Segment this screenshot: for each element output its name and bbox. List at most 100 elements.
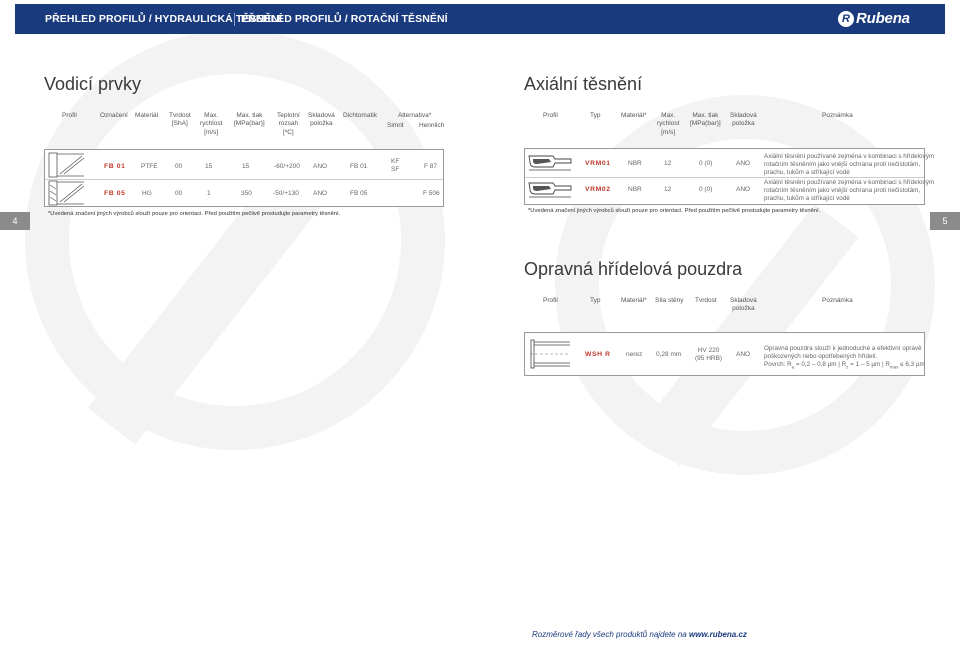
- roughness-label: Povrch: R: [764, 361, 792, 369]
- column-header-skladova-line2: položka: [310, 120, 333, 128]
- column-header-tlak: Max. tlak [MPa(bar)]: [690, 112, 721, 129]
- page-number-left: 4: [0, 212, 30, 230]
- cell-tlak: 15: [242, 163, 250, 170]
- column-header-skladova: Skladová položka: [308, 112, 335, 129]
- column-header-tvrdost: Tvrdost: [695, 297, 717, 304]
- cell-skladova: ANO: [313, 163, 328, 170]
- note-line: Axiální těsnění používané zejména v komb…: [764, 153, 935, 160]
- cell-tvrdost: 00: [175, 163, 183, 170]
- column-header-tlak-line1: Max. tlak: [692, 112, 719, 119]
- column-header-teplota-line3: [ºC]: [283, 128, 294, 136]
- column-header-profil: Profil: [543, 297, 558, 304]
- column-header-tlak-line1: Max. tlak: [236, 112, 263, 119]
- cell-tvrdost: 00: [175, 190, 183, 197]
- column-header-profil: Profil: [62, 112, 77, 119]
- note-line: rotačním těsněním jako vnější ochrana pr…: [764, 187, 921, 195]
- cell-material: NBR: [628, 186, 642, 193]
- website-note-text: Rozměrové řady všech produktů najdete na: [532, 630, 689, 639]
- column-header-skladova-line1: Skladová: [308, 112, 335, 119]
- cell-rychlost: 1: [207, 190, 211, 197]
- column-header-teplota-line1: Teplotní: [277, 112, 300, 119]
- column-header-rychlost-line1: Max.: [204, 112, 219, 119]
- cell-poznamka: Opravná pouzdra slouží k jednoduché a ef…: [764, 345, 925, 370]
- column-header-hennlich: Hennlich: [419, 122, 445, 129]
- cell-rychlost: 12: [664, 186, 672, 193]
- product-code-vrm01[interactable]: VRM01: [585, 160, 611, 167]
- column-header-poznamka: Poznámka: [822, 297, 853, 304]
- note-line-roughness: Povrch: Ra = 0,2 – 0,8 µm | Rz = 1 – 5 µ…: [764, 361, 925, 369]
- rubena-logo-icon: R: [838, 10, 854, 27]
- column-header-oznaceni: Označení: [100, 112, 128, 119]
- column-header-rychlost-line3: [m/s]: [204, 128, 219, 136]
- product-code-vrm02[interactable]: VRM02: [585, 186, 611, 193]
- column-header-typ: Typ: [590, 112, 601, 119]
- column-header-skladova: Skladová položka: [730, 297, 757, 314]
- column-header-poznamka: Poznámka: [822, 112, 853, 119]
- column-header-tvrdost: Tvrdost [ShA]: [169, 112, 191, 129]
- table-row-divider: [45, 179, 443, 180]
- column-header-tvrdost-line2: [ShA]: [171, 120, 188, 128]
- column-header-material: Materiál*: [621, 297, 647, 304]
- column-header-profil: Profil: [543, 112, 558, 119]
- column-header-skladova: Skladová položka: [730, 112, 757, 129]
- section-title-axial-seals: Axiální těsnění: [524, 74, 643, 94]
- website-link[interactable]: www.rubena.cz: [689, 630, 747, 639]
- column-header-rychlost: Max. rychlost [m/s]: [657, 112, 679, 137]
- product-code-fb01[interactable]: FB 01: [104, 163, 126, 170]
- column-header-tlak: Max. tlak [MPa(bar)]: [234, 112, 265, 129]
- note-line: prachu, tukům a stříkající vodě: [764, 195, 850, 203]
- column-header-tlak-line2: [MPa(bar)]: [234, 120, 265, 128]
- profile-drawing-vrm01: [528, 155, 572, 171]
- cell-tvrdost: HV 220 (95 HRB): [695, 347, 722, 364]
- column-header-sila-steny: Síla stěny: [655, 297, 684, 304]
- column-header-teplota: Teplotní rozsah [ºC]: [277, 112, 300, 137]
- note-line: Opravná pouzdra slouží k jednoduché a ef…: [764, 345, 922, 352]
- column-header-teplota-line2: rozsah: [278, 120, 299, 128]
- cell-teplota: -60/+200: [274, 163, 300, 170]
- rubena-logo[interactable]: R Rubena: [838, 10, 910, 27]
- note-line: prachu, tukům a stříkající vodě: [764, 169, 850, 177]
- header-link-rotary[interactable]: PŘEHLED PROFILŮ / ROTAČNÍ TĚSNĚNÍ: [241, 13, 448, 25]
- cell-dichtomatik: FB 05: [350, 190, 368, 197]
- cell-poznamka: Axiální těsnění používané zejména v komb…: [764, 179, 934, 204]
- section-title-guide-elements: Vodicí prvky: [44, 74, 142, 94]
- note-line: rotačním těsněním jako vnější ochrana pr…: [764, 161, 921, 169]
- cell-material: PTFE: [141, 163, 158, 170]
- cell-hennlich: F 87: [424, 163, 438, 170]
- note-line: Axiální těsnění používané zejména v komb…: [764, 179, 935, 186]
- column-header-skladova-line2: položka: [732, 120, 755, 128]
- column-header-skladova-line1: Skladová: [730, 112, 757, 119]
- column-header-dichtomatik: Dichtomatik: [343, 112, 377, 119]
- rubena-logo-text: Rubena: [856, 10, 910, 27]
- cell-tlak: 0 (0): [699, 160, 713, 167]
- website-note: Rozměrové řady všech produktů najdete na…: [532, 630, 747, 639]
- cell-dichtomatik: FB 01: [350, 163, 368, 170]
- column-header-skladova-line1: Skladová: [730, 297, 757, 304]
- product-code-fb05[interactable]: FB 05: [104, 190, 126, 197]
- cell-skladova: ANO: [736, 351, 751, 358]
- column-header-rychlost-line2: rychlost: [200, 120, 223, 128]
- column-header-material: Materiál: [135, 112, 159, 119]
- footnote-right: *Uvedená značení jiných výrobců slouží p…: [528, 208, 821, 214]
- cell-sila-steny: 0,28 mm: [656, 351, 682, 358]
- column-header-rychlost-line3: [m/s]: [661, 128, 676, 136]
- column-header-tlak-line2: [MPa(bar)]: [690, 120, 721, 128]
- section-title-shaft-sleeves: Opravná hřídelová pouzdra: [524, 259, 743, 279]
- footnote-left: *Uvedená značení jiných výrobců slouží p…: [48, 211, 341, 217]
- profile-drawing-vrm02: [528, 182, 572, 198]
- cell-tlak: 350: [241, 190, 252, 197]
- note-line: poškozených nebo opotřebených hřídelí.: [764, 353, 878, 361]
- cell-material: nerez: [626, 351, 643, 358]
- column-header-rychlost-line1: Max.: [661, 112, 676, 119]
- column-header-rychlost: Max. rychlost [m/s]: [200, 112, 222, 137]
- column-header-material: Materiál*: [621, 112, 647, 119]
- profile-drawing-fb01: [48, 152, 85, 178]
- column-header-alternativa: Alternativa*: [398, 112, 432, 119]
- cell-skladova: ANO: [736, 186, 751, 193]
- product-code-wshr[interactable]: WSH R: [585, 351, 611, 358]
- column-header-rychlost-line2: rychlost: [657, 120, 680, 128]
- cell-material: NBR: [628, 160, 642, 167]
- cell-skladova: ANO: [736, 160, 751, 167]
- cell-teplota: -50/+130: [273, 190, 299, 197]
- roughness-rmax-value: ≤ 6,3 µm: [898, 361, 925, 369]
